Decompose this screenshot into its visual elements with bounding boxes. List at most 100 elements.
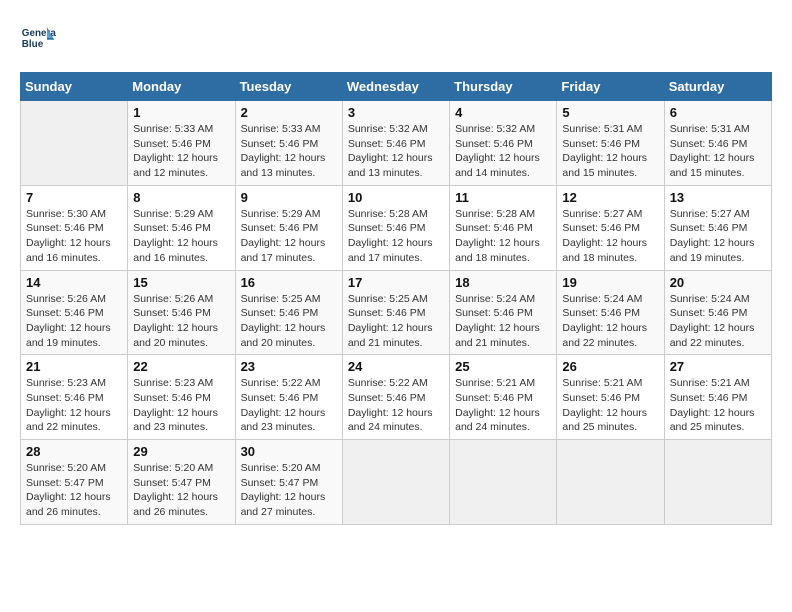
day-info: Sunrise: 5:24 AMSunset: 5:46 PMDaylight:… xyxy=(455,292,551,351)
svg-text:Blue: Blue xyxy=(22,39,44,50)
calendar-cell: 20 Sunrise: 5:24 AMSunset: 5:46 PMDayligh… xyxy=(664,270,771,355)
day-info: Sunrise: 5:26 AMSunset: 5:46 PMDaylight:… xyxy=(26,292,122,351)
day-number: 1 xyxy=(133,105,229,120)
day-number: 7 xyxy=(26,190,122,205)
day-info: Sunrise: 5:23 AMSunset: 5:46 PMDaylight:… xyxy=(133,376,229,435)
day-number: 14 xyxy=(26,275,122,290)
calendar-cell xyxy=(664,440,771,525)
calendar-cell xyxy=(342,440,449,525)
day-number: 10 xyxy=(348,190,444,205)
calendar-body: 1 Sunrise: 5:33 AMSunset: 5:46 PMDaylight… xyxy=(21,101,772,525)
day-number: 5 xyxy=(562,105,658,120)
calendar-cell: 27Sunrise: 5:21 AMSunset: 5:46 PMDayligh… xyxy=(664,355,771,440)
calendar-week-row: 28 Sunrise: 5:20 AMSunset: 5:47 PMDayligh… xyxy=(21,440,772,525)
weekday-header-friday: Friday xyxy=(557,73,664,101)
calendar-cell: 8 Sunrise: 5:29 AMSunset: 5:46 PMDaylight… xyxy=(128,185,235,270)
day-number: 29 xyxy=(133,444,229,459)
weekday-header-saturday: Saturday xyxy=(664,73,771,101)
calendar-cell: 9Sunrise: 5:29 AMSunset: 5:46 PMDaylight… xyxy=(235,185,342,270)
calendar-week-row: 7 Sunrise: 5:30 AMSunset: 5:46 PMDaylight… xyxy=(21,185,772,270)
day-info: Sunrise: 5:30 AMSunset: 5:46 PMDaylight:… xyxy=(26,207,122,266)
calendar-cell: 5 Sunrise: 5:31 AMSunset: 5:46 PMDaylight… xyxy=(557,101,664,186)
day-number: 8 xyxy=(133,190,229,205)
day-number: 4 xyxy=(455,105,551,120)
day-info: Sunrise: 5:33 AMSunset: 5:46 PMDaylight:… xyxy=(133,122,229,181)
day-number: 19 xyxy=(562,275,658,290)
day-info: Sunrise: 5:32 AMSunset: 5:46 PMDaylight:… xyxy=(455,122,551,181)
weekday-header-monday: Monday xyxy=(128,73,235,101)
day-info: Sunrise: 5:20 AMSunset: 5:47 PMDaylight:… xyxy=(26,461,122,520)
day-info: Sunrise: 5:29 AMSunset: 5:46 PMDaylight:… xyxy=(133,207,229,266)
day-info: Sunrise: 5:21 AMSunset: 5:46 PMDaylight:… xyxy=(455,376,551,435)
weekday-header-sunday: Sunday xyxy=(21,73,128,101)
day-info: Sunrise: 5:29 AMSunset: 5:46 PMDaylight:… xyxy=(241,207,337,266)
day-info: Sunrise: 5:28 AMSunset: 5:46 PMDaylight:… xyxy=(455,207,551,266)
day-number: 16 xyxy=(241,275,337,290)
day-info: Sunrise: 5:23 AMSunset: 5:46 PMDaylight:… xyxy=(26,376,122,435)
calendar-cell: 22 Sunrise: 5:23 AMSunset: 5:46 PMDayligh… xyxy=(128,355,235,440)
calendar-cell: 21 Sunrise: 5:23 AMSunset: 5:46 PMDayligh… xyxy=(21,355,128,440)
day-info: Sunrise: 5:21 AMSunset: 5:46 PMDaylight:… xyxy=(670,376,766,435)
day-number: 18 xyxy=(455,275,551,290)
calendar-cell: 17Sunrise: 5:25 AMSunset: 5:46 PMDayligh… xyxy=(342,270,449,355)
calendar-cell: 16 Sunrise: 5:25 AMSunset: 5:46 PMDayligh… xyxy=(235,270,342,355)
page-header: General Blue xyxy=(20,20,772,56)
calendar-cell: 15Sunrise: 5:26 AMSunset: 5:46 PMDayligh… xyxy=(128,270,235,355)
day-number: 11 xyxy=(455,190,551,205)
calendar-cell: 30 Sunrise: 5:20 AMSunset: 5:47 PMDayligh… xyxy=(235,440,342,525)
calendar-cell: 7 Sunrise: 5:30 AMSunset: 5:46 PMDaylight… xyxy=(21,185,128,270)
calendar-cell: 23Sunrise: 5:22 AMSunset: 5:46 PMDayligh… xyxy=(235,355,342,440)
day-number: 22 xyxy=(133,359,229,374)
calendar-cell: 13 Sunrise: 5:27 AMSunset: 5:46 PMDayligh… xyxy=(664,185,771,270)
calendar-header-row: SundayMondayTuesdayWednesdayThursdayFrid… xyxy=(21,73,772,101)
day-number: 20 xyxy=(670,275,766,290)
calendar-cell xyxy=(557,440,664,525)
logo-icon: General Blue xyxy=(20,20,56,56)
calendar-cell: 10 Sunrise: 5:28 AMSunset: 5:46 PMDayligh… xyxy=(342,185,449,270)
calendar-cell: 24Sunrise: 5:22 AMSunset: 5:46 PMDayligh… xyxy=(342,355,449,440)
day-number: 6 xyxy=(670,105,766,120)
calendar-cell: 29 Sunrise: 5:20 AMSunset: 5:47 PMDayligh… xyxy=(128,440,235,525)
day-info: Sunrise: 5:24 AMSunset: 5:46 PMDaylight:… xyxy=(562,292,658,351)
calendar-week-row: 1 Sunrise: 5:33 AMSunset: 5:46 PMDaylight… xyxy=(21,101,772,186)
day-number: 28 xyxy=(26,444,122,459)
day-number: 17 xyxy=(348,275,444,290)
day-number: 30 xyxy=(241,444,337,459)
day-number: 15 xyxy=(133,275,229,290)
calendar-cell: 14 Sunrise: 5:26 AMSunset: 5:46 PMDayligh… xyxy=(21,270,128,355)
day-number: 12 xyxy=(562,190,658,205)
calendar-cell: 26Sunrise: 5:21 AMSunset: 5:46 PMDayligh… xyxy=(557,355,664,440)
calendar-table: SundayMondayTuesdayWednesdayThursdayFrid… xyxy=(20,72,772,525)
day-info: Sunrise: 5:28 AMSunset: 5:46 PMDaylight:… xyxy=(348,207,444,266)
calendar-cell: 11 Sunrise: 5:28 AMSunset: 5:46 PMDayligh… xyxy=(450,185,557,270)
day-info: Sunrise: 5:21 AMSunset: 5:46 PMDaylight:… xyxy=(562,376,658,435)
day-number: 24 xyxy=(348,359,444,374)
calendar-cell xyxy=(21,101,128,186)
calendar-cell: 18 Sunrise: 5:24 AMSunset: 5:46 PMDayligh… xyxy=(450,270,557,355)
day-number: 21 xyxy=(26,359,122,374)
logo: General Blue xyxy=(20,20,60,56)
day-info: Sunrise: 5:31 AMSunset: 5:46 PMDaylight:… xyxy=(670,122,766,181)
calendar-cell: 25 Sunrise: 5:21 AMSunset: 5:46 PMDayligh… xyxy=(450,355,557,440)
calendar-cell: 12 Sunrise: 5:27 AMSunset: 5:46 PMDayligh… xyxy=(557,185,664,270)
day-info: Sunrise: 5:31 AMSunset: 5:46 PMDaylight:… xyxy=(562,122,658,181)
day-info: Sunrise: 5:24 AMSunset: 5:46 PMDaylight:… xyxy=(670,292,766,351)
calendar-cell: 28 Sunrise: 5:20 AMSunset: 5:47 PMDayligh… xyxy=(21,440,128,525)
day-info: Sunrise: 5:20 AMSunset: 5:47 PMDaylight:… xyxy=(241,461,337,520)
calendar-cell: 4 Sunrise: 5:32 AMSunset: 5:46 PMDaylight… xyxy=(450,101,557,186)
weekday-header-thursday: Thursday xyxy=(450,73,557,101)
day-info: Sunrise: 5:27 AMSunset: 5:46 PMDaylight:… xyxy=(670,207,766,266)
calendar-week-row: 14 Sunrise: 5:26 AMSunset: 5:46 PMDayligh… xyxy=(21,270,772,355)
day-info: Sunrise: 5:33 AMSunset: 5:46 PMDaylight:… xyxy=(241,122,337,181)
day-info: Sunrise: 5:20 AMSunset: 5:47 PMDaylight:… xyxy=(133,461,229,520)
day-number: 25 xyxy=(455,359,551,374)
day-info: Sunrise: 5:27 AMSunset: 5:46 PMDaylight:… xyxy=(562,207,658,266)
calendar-cell: 2Sunrise: 5:33 AMSunset: 5:46 PMDaylight… xyxy=(235,101,342,186)
day-number: 13 xyxy=(670,190,766,205)
day-info: Sunrise: 5:22 AMSunset: 5:46 PMDaylight:… xyxy=(241,376,337,435)
day-info: Sunrise: 5:25 AMSunset: 5:46 PMDaylight:… xyxy=(241,292,337,351)
calendar-week-row: 21 Sunrise: 5:23 AMSunset: 5:46 PMDayligh… xyxy=(21,355,772,440)
weekday-header-tuesday: Tuesday xyxy=(235,73,342,101)
weekday-header-wednesday: Wednesday xyxy=(342,73,449,101)
day-number: 3 xyxy=(348,105,444,120)
